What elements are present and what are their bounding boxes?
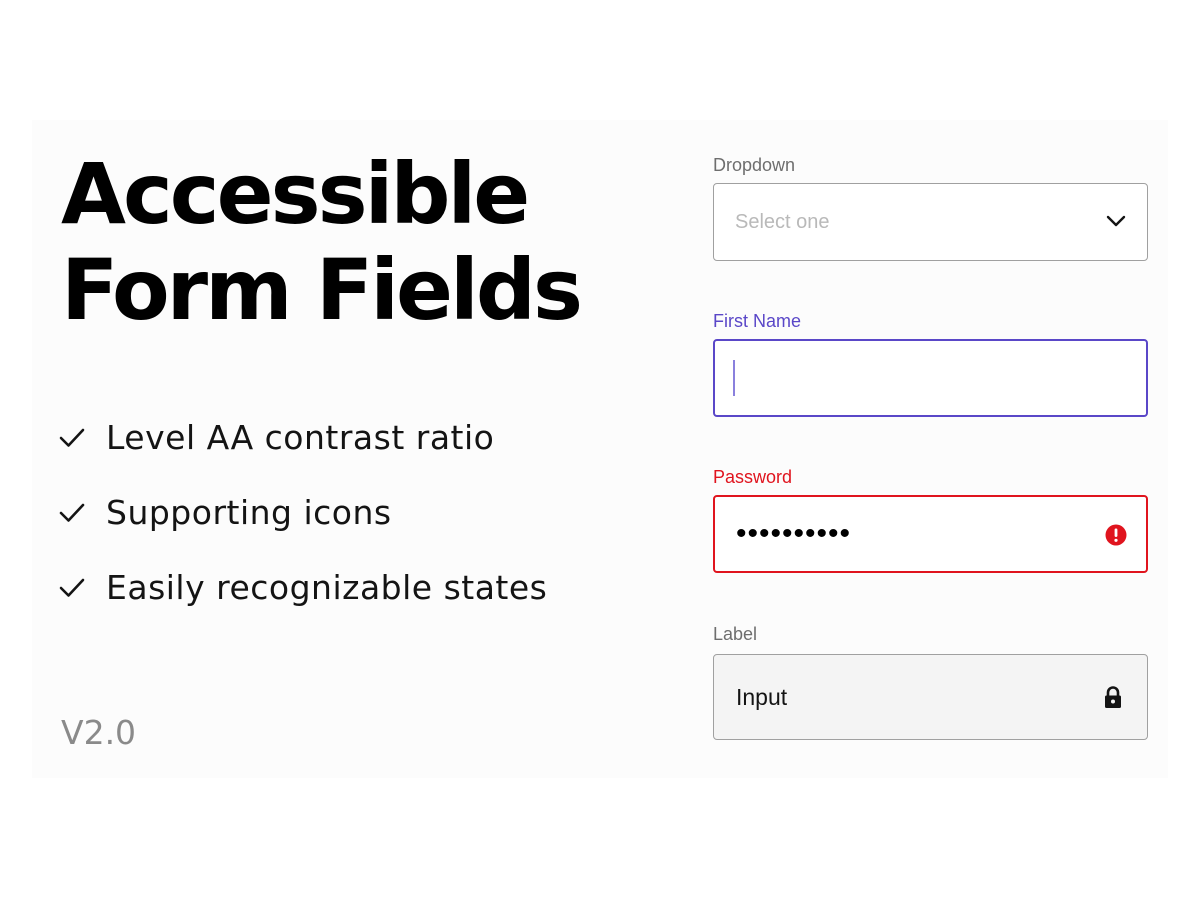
feature-item: Easily recognizable states [58,564,547,610]
feature-text: Easily recognizable states [106,567,548,607]
lock-icon [1105,686,1121,708]
feature-text: Level AA contrast ratio [106,417,495,457]
disabled-field: Label Input [713,622,1148,742]
password-input[interactable]: •••••••••• [713,495,1148,573]
check-icon [59,578,85,597]
error-icon [1105,524,1127,546]
title-line-1: Accessible [61,145,530,243]
first-name-label: First Name [713,311,802,331]
password-label: Password [713,467,793,487]
disabled-label: Label [713,624,758,644]
dropdown-label: Dropdown [713,155,796,175]
feature-item: Level AA contrast ratio [58,414,547,460]
version-label: V2.0 [61,713,137,752]
check-icon [59,503,85,522]
feature-list: Level AA contrast ratio Supporting icons… [58,414,547,639]
chevron-down-icon [1106,215,1126,227]
feature-text: Supporting icons [106,492,392,532]
page-title: Accessible Form Fields [61,145,583,339]
first-name-field: First Name [713,309,1148,419]
title-line-2: Form Fields [61,241,583,339]
disabled-value: Input [736,683,788,710]
disabled-input: Input [713,654,1148,740]
password-field: Password •••••••••• [713,465,1148,575]
dropdown-placeholder: Select one [735,210,830,233]
dropdown-select[interactable]: Select one [713,183,1148,261]
feature-item: Supporting icons [58,489,547,535]
check-icon [59,428,85,447]
first-name-input[interactable] [713,339,1148,417]
text-cursor [733,360,735,396]
dropdown-field: Dropdown Select one [713,153,1148,263]
password-value: •••••••••• [736,517,852,550]
